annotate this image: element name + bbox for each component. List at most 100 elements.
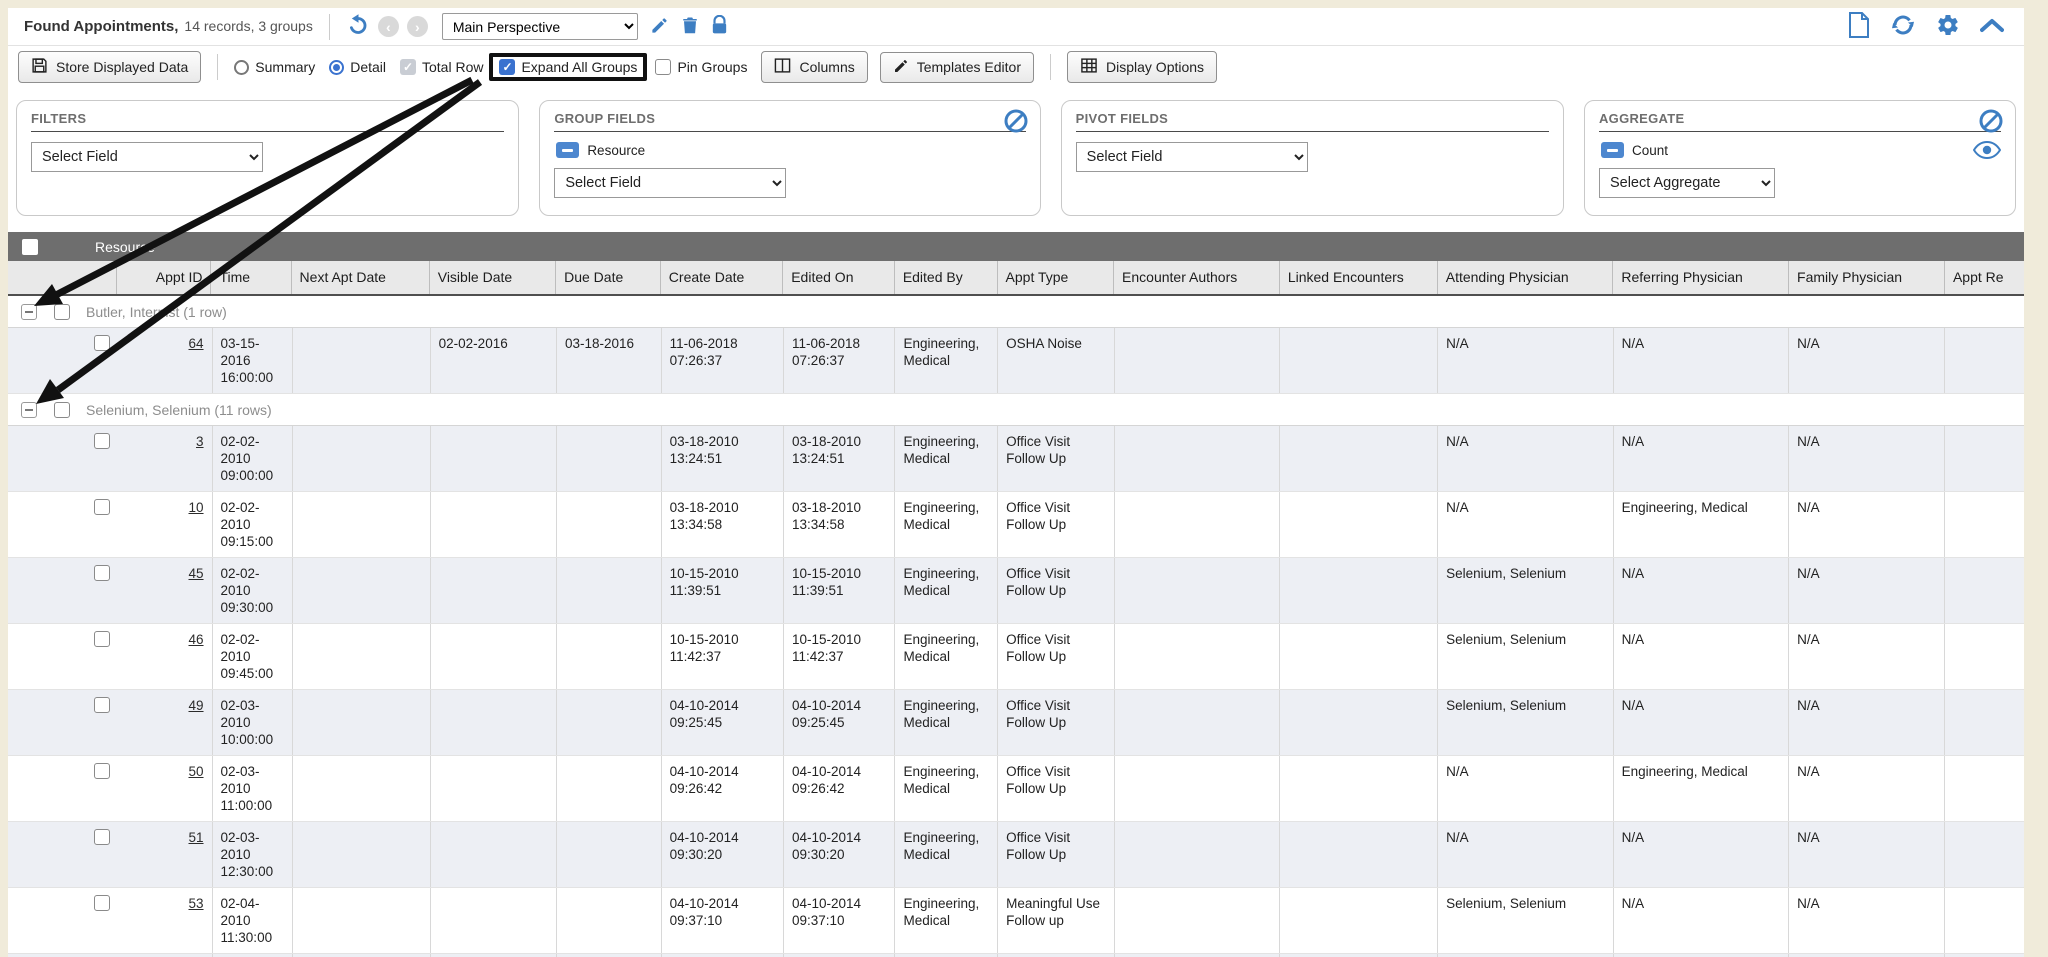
cell-appt-re	[1945, 756, 2024, 821]
lock-perspective-button[interactable]	[711, 15, 728, 38]
undo-button[interactable]	[346, 13, 370, 40]
new-document-button[interactable]	[1848, 12, 1870, 41]
refresh-button[interactable]	[1890, 13, 1916, 40]
delete-perspective-button[interactable]	[681, 15, 699, 38]
cell-time: 02-02-2010 09:45:00	[213, 624, 293, 689]
cell-referring-physician: Engineering, Medical	[1614, 492, 1790, 557]
remove-resource-field-button[interactable]	[556, 142, 579, 158]
nav-forward-icon[interactable]: ›	[407, 16, 428, 37]
cell-edited-by: Engineering, Medical	[895, 822, 998, 887]
cell-next-apt-date	[293, 888, 431, 953]
cell-time: 02-03-2010 12:30:00	[213, 822, 293, 887]
column-header-time[interactable]: Time	[211, 261, 291, 294]
cell-due-date	[557, 426, 662, 491]
cell-due-date	[557, 492, 662, 557]
row-select-checkbox[interactable]	[94, 697, 110, 713]
row-select-checkbox[interactable]	[94, 895, 110, 911]
appt-id-link[interactable]: 46	[126, 631, 204, 648]
store-displayed-data-button[interactable]: Store Displayed Data	[18, 51, 201, 83]
column-header-appt-re[interactable]: Appt Re	[1945, 261, 2024, 294]
cell-visible-date	[431, 822, 557, 887]
aggregate-title: AGGREGATE	[1599, 111, 2001, 132]
appt-id-link[interactable]: 10	[126, 499, 204, 516]
group-collapse-toggle[interactable]	[21, 304, 37, 320]
appt-id-link[interactable]: 50	[126, 763, 204, 780]
cell-appt-type: Meaningful Use Follow up	[998, 888, 1114, 953]
row-select-checkbox[interactable]	[94, 763, 110, 779]
clear-aggregate-button[interactable]	[1979, 109, 2003, 138]
collapse-panel-button[interactable]	[1980, 17, 2004, 36]
column-header-appt-type[interactable]: Appt Type	[998, 261, 1115, 294]
perspective-select[interactable]: Main Perspective	[442, 13, 638, 40]
column-header-next-apt-date[interactable]: Next Apt Date	[292, 261, 430, 294]
column-header-family-physician[interactable]: Family Physician	[1789, 261, 1945, 294]
total-row-checkbox[interactable]: Total Row	[400, 59, 483, 75]
expand-all-groups-checkbox[interactable]	[499, 59, 515, 75]
cell-encounter-authors	[1115, 690, 1281, 755]
summary-radio[interactable]: Summary	[234, 59, 315, 75]
filters-field-select[interactable]: Select Field	[31, 142, 263, 172]
pin-groups-checkbox-box[interactable]	[655, 59, 671, 75]
pivot-fields-panel: PIVOT FIELDS Select Field	[1061, 100, 1564, 216]
cell-referring-physician: Engineering, Medical	[1614, 756, 1790, 821]
aggregate-select[interactable]: Select Aggregate	[1599, 168, 1775, 198]
column-header-attending-physician[interactable]: Attending Physician	[1438, 261, 1614, 294]
detail-radio-circle[interactable]	[329, 60, 344, 75]
total-row-checkbox-box[interactable]	[400, 59, 416, 75]
nav-back-icon[interactable]: ‹	[378, 16, 399, 37]
settings-button[interactable]	[1936, 13, 1960, 40]
row-select-checkbox[interactable]	[94, 565, 110, 581]
edit-perspective-button[interactable]	[650, 16, 669, 38]
clear-group-fields-button[interactable]	[1004, 109, 1028, 138]
group-select-checkbox[interactable]	[54, 402, 70, 418]
pivot-field-select[interactable]: Select Field	[1076, 142, 1308, 172]
column-header-create-date[interactable]: Create Date	[661, 261, 783, 294]
column-header-visible-date[interactable]: Visible Date	[430, 261, 556, 294]
detail-radio[interactable]: Detail	[329, 59, 386, 75]
appt-id-link[interactable]: 3	[126, 433, 204, 450]
appt-id-link[interactable]: 45	[126, 565, 204, 582]
cell-due-date	[557, 690, 662, 755]
cell-visible-date	[431, 624, 557, 689]
cell-edited-on: 03-18-2010 13:24:51	[784, 426, 896, 491]
column-header-appt-id[interactable]: Appt ID	[117, 261, 212, 294]
remove-count-aggregate-button[interactable]	[1601, 142, 1624, 158]
appt-id-link[interactable]: 64	[126, 335, 204, 352]
columns-button[interactable]: Columns	[761, 51, 867, 83]
column-header-edited-on[interactable]: Edited On	[783, 261, 895, 294]
select-all-checkbox[interactable]	[22, 239, 38, 255]
cell-encounter-authors	[1115, 426, 1281, 491]
column-header-linked-encounters[interactable]: Linked Encounters	[1280, 261, 1438, 294]
row-select-checkbox[interactable]	[94, 631, 110, 647]
row-select-checkbox[interactable]	[94, 433, 110, 449]
eye-icon	[1973, 146, 2001, 163]
cell-appt-type: Office Visit Follow Up	[998, 756, 1114, 821]
summary-radio-circle[interactable]	[234, 60, 249, 75]
cell-edited-by: Engineering, Medical	[895, 888, 998, 953]
group-label: Butler, Internist (1 row)	[86, 304, 227, 320]
group-select-checkbox[interactable]	[54, 304, 70, 320]
column-header-edited-by[interactable]: Edited By	[895, 261, 998, 294]
group-field-select[interactable]: Select Field	[554, 168, 786, 198]
cell-appt-type: Office Visit Follow Up	[998, 558, 1114, 623]
group-collapse-toggle[interactable]	[21, 402, 37, 418]
appt-id-link[interactable]: 49	[126, 697, 204, 714]
cell-linked-encounters	[1280, 888, 1438, 953]
appt-id-link[interactable]: 51	[126, 829, 204, 846]
templates-editor-button[interactable]: Templates Editor	[880, 52, 1034, 83]
toggle-count-visibility-button[interactable]	[1973, 141, 2001, 164]
display-options-button[interactable]: Display Options	[1067, 51, 1217, 83]
column-header-referring-physician[interactable]: Referring Physician	[1613, 261, 1789, 294]
cell-encounter-authors	[1115, 558, 1281, 623]
pin-groups-checkbox[interactable]: Pin Groups	[655, 59, 747, 75]
group-fields-title: GROUP FIELDS	[554, 111, 1025, 132]
column-header-encounter-authors[interactable]: Encounter Authors	[1114, 261, 1280, 294]
appt-id-link[interactable]: 53	[126, 895, 204, 912]
row-select-checkbox[interactable]	[94, 829, 110, 845]
row-select-checkbox[interactable]	[94, 499, 110, 515]
cell-next-apt-date	[293, 756, 431, 821]
column-header-due-date[interactable]: Due Date	[556, 261, 661, 294]
row-select-checkbox[interactable]	[94, 335, 110, 351]
cell-attending-physician: N/A	[1438, 328, 1614, 393]
group-by-header-row: Resource	[8, 232, 2024, 261]
